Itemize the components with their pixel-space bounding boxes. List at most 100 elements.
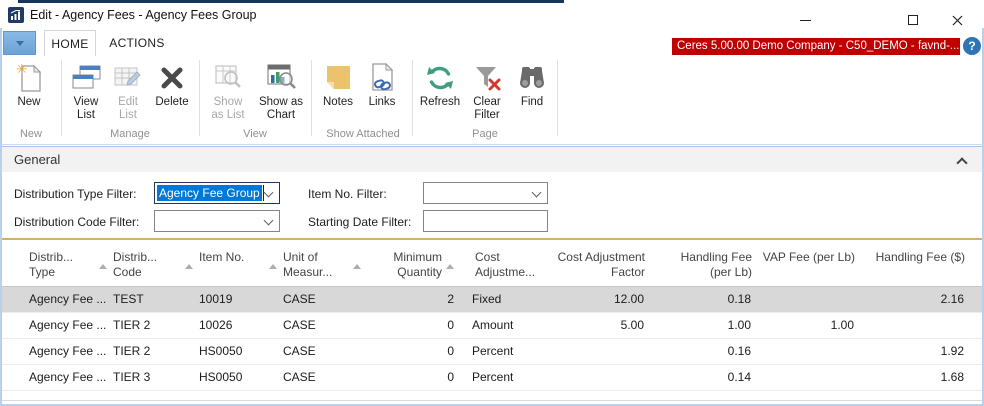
table-cell[interactable]: Percent: [457, 339, 549, 364]
notes-button[interactable]: Notes: [316, 58, 360, 109]
minimize-button[interactable]: [790, 11, 820, 29]
table-cell[interactable]: 0.18: [647, 287, 754, 312]
table-cell[interactable]: 2.16: [857, 287, 967, 312]
show-as-chart-icon: [264, 61, 298, 95]
table-cell[interactable]: Agency Fee ...: [26, 365, 110, 390]
refresh-label: Refresh: [419, 96, 461, 108]
column-header[interactable]: Distrib... Type: [26, 240, 110, 286]
table-cell[interactable]: 2: [364, 287, 457, 312]
close-button[interactable]: [942, 11, 972, 29]
table-row[interactable]: Agency Fee ... TIER 2 10026 CASE 0 Amount 5.00…: [2, 313, 982, 339]
column-header[interactable]: Handling Fee (per Lb): [647, 240, 754, 286]
help-button[interactable]: ?: [963, 37, 981, 55]
table-cell[interactable]: 0: [364, 339, 457, 364]
title-bar: Edit - Agency Fees - Agency Fees Group: [0, 3, 984, 28]
table-cell[interactable]: Agency Fee ...: [26, 339, 110, 364]
table-cell[interactable]: 5.00: [549, 313, 647, 338]
column-header-label: Minimum Quantity: [393, 250, 442, 279]
sort-ascending-icon: [185, 264, 193, 269]
column-header[interactable]: Cost Adjustme...: [457, 240, 549, 286]
distribution-type-filter-label: Distribution Type Filter:: [14, 187, 137, 201]
table-cell[interactable]: 10019: [196, 287, 280, 312]
table-cell[interactable]: [857, 313, 967, 338]
clear-filter-button[interactable]: Clear Filter: [464, 58, 510, 122]
chevron-down-icon[interactable]: [532, 189, 540, 197]
column-header[interactable]: Item No.: [196, 240, 280, 286]
chevron-down-icon[interactable]: [264, 189, 272, 197]
refresh-button[interactable]: Refresh: [416, 58, 464, 109]
ribbon-group-view: Show as List Show as Chart View: [202, 58, 308, 142]
item-no-filter-combobox[interactable]: [423, 182, 548, 204]
table-cell[interactable]: HS0050: [196, 339, 280, 364]
system-menu-dropdown-button[interactable]: [3, 31, 36, 55]
table-cell[interactable]: 0: [364, 313, 457, 338]
tab-home[interactable]: HOME: [44, 30, 96, 56]
column-header-label: Item No.: [199, 250, 245, 264]
delete-x-icon: [155, 61, 189, 95]
table-cell[interactable]: 1.68: [857, 365, 967, 390]
table-cell[interactable]: 0: [364, 365, 457, 390]
ribbon-tab-strip: HOME ACTIONS Ceres 5.00.00 Demo Company …: [0, 28, 984, 56]
table-cell[interactable]: Amount: [457, 313, 549, 338]
general-fasttab-header[interactable]: General: [2, 146, 982, 172]
table-cell[interactable]: 12.00: [549, 287, 647, 312]
column-header-label: Handling Fee ($): [875, 250, 965, 264]
table-cell[interactable]: CASE: [280, 365, 364, 390]
column-header[interactable]: Distrib... Code: [110, 240, 196, 286]
ribbon-separator: [311, 60, 312, 136]
table-cell[interactable]: 0.14: [647, 365, 754, 390]
table-cell[interactable]: [754, 365, 857, 390]
table-cell[interactable]: [754, 287, 857, 312]
table-cell[interactable]: TIER 2: [110, 313, 196, 338]
table-cell[interactable]: 0.16: [647, 339, 754, 364]
table-cell[interactable]: 10026: [196, 313, 280, 338]
table-cell[interactable]: CASE: [280, 339, 364, 364]
clear-filter-label: Clear Filter: [473, 96, 501, 121]
table-cell[interactable]: 1.00: [647, 313, 754, 338]
tab-actions[interactable]: ACTIONS: [102, 30, 172, 56]
column-header[interactable]: Minimum Quantity: [364, 240, 457, 286]
ribbon-group-label: Manage: [110, 128, 150, 140]
distribution-type-filter-combobox[interactable]: Agency Fee Group: [154, 182, 280, 204]
column-header[interactable]: Unit of Measur...: [280, 240, 364, 286]
table-cell[interactable]: TIER 3: [110, 365, 196, 390]
delete-button[interactable]: Delete: [148, 58, 196, 109]
column-header[interactable]: Handling Fee ($): [857, 240, 967, 286]
notes-label: Notes: [322, 96, 354, 108]
ribbon-group-label: Show Attached: [326, 128, 400, 140]
table-cell[interactable]: TEST: [110, 287, 196, 312]
table-cell[interactable]: TIER 2: [110, 339, 196, 364]
edit-list-icon: [111, 61, 145, 95]
links-button[interactable]: Links: [360, 58, 404, 109]
new-button-label: New: [17, 96, 41, 108]
view-list-button[interactable]: View List: [64, 58, 108, 122]
table-cell[interactable]: CASE: [280, 287, 364, 312]
maximize-button[interactable]: [898, 11, 928, 29]
starting-date-filter-input[interactable]: [423, 210, 548, 232]
new-button[interactable]: ✳ New: [4, 58, 54, 109]
table-cell[interactable]: 1.92: [857, 339, 967, 364]
table-row[interactable]: Agency Fee ... TEST 10019 CASE 2 Fixed 12.00 0.…: [2, 287, 982, 313]
find-button[interactable]: Find: [510, 58, 554, 109]
table-cell[interactable]: 1.00: [754, 313, 857, 338]
table-cell[interactable]: [549, 365, 647, 390]
table-cell[interactable]: Percent: [457, 365, 549, 390]
table-cell[interactable]: CASE: [280, 313, 364, 338]
table-cell[interactable]: HS0050: [196, 365, 280, 390]
table-cell[interactable]: Fixed: [457, 287, 549, 312]
collapse-chevron-icon[interactable]: [958, 157, 966, 165]
table-cell[interactable]: [549, 339, 647, 364]
chevron-down-icon[interactable]: [264, 217, 272, 225]
table-row[interactable]: Agency Fee ... TIER 2 HS0050 CASE 0 Percent 0.…: [2, 339, 982, 365]
table-cell[interactable]: Agency Fee ...: [26, 287, 110, 312]
show-as-list-button: Show as List: [202, 58, 254, 122]
column-header[interactable]: VAP Fee (per Lb): [754, 240, 857, 286]
table-row[interactable]: Agency Fee ... TIER 3 HS0050 CASE 0 Percent 0.…: [2, 365, 982, 391]
column-header[interactable]: Cost Adjustment Factor: [549, 240, 647, 286]
ribbon-separator: [412, 60, 413, 136]
distribution-code-filter-combobox[interactable]: [154, 210, 280, 232]
table-cell[interactable]: Agency Fee ...: [26, 313, 110, 338]
show-as-chart-button[interactable]: Show as Chart: [254, 58, 308, 122]
table-cell[interactable]: [754, 339, 857, 364]
delete-label: Delete: [155, 96, 189, 108]
